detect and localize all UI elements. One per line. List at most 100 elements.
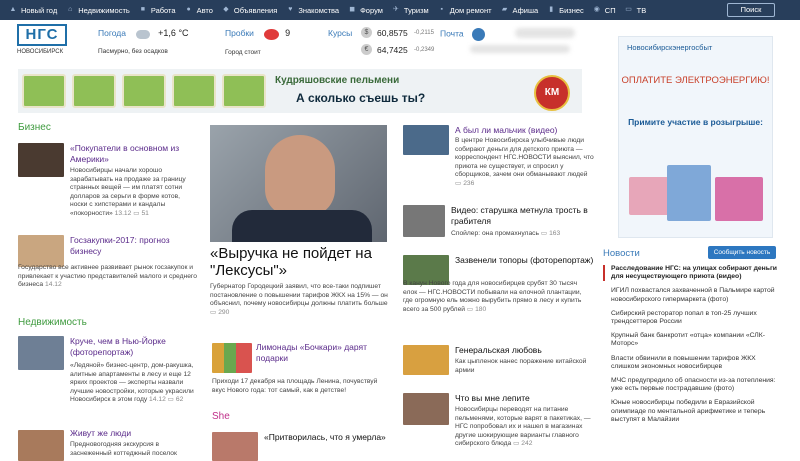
- nav-item[interactable]: ▮ Бизнес: [547, 6, 584, 15]
- usd-rate: 60,8575: [377, 28, 408, 38]
- dumpling-pack-image: [172, 74, 216, 108]
- article-thumbnail[interactable]: [18, 336, 64, 370]
- plane-icon: ✈: [392, 6, 399, 13]
- ad-brand: Новосибирскэнергосбыт: [627, 43, 713, 52]
- nav-item-label: Туризм: [403, 5, 429, 15]
- nav-item[interactable]: ● Авто: [185, 5, 213, 15]
- article-summary: Предновогодняя экскурсия в заснеженный к…: [70, 441, 177, 457]
- cloud-icon: [136, 29, 151, 39]
- heart-icon: ♥: [288, 6, 293, 13]
- nav-item[interactable]: ◼ Форум: [348, 6, 383, 15]
- weather-widget[interactable]: Погода +1,6 °C Пасмурно, без осадков: [98, 28, 189, 55]
- article-title[interactable]: Генеральская любовь: [455, 345, 595, 356]
- section-title-business[interactable]: Бизнес: [18, 122, 51, 133]
- article-date: 14.12: [149, 396, 166, 404]
- gift-box-image: [629, 177, 669, 215]
- news-item[interactable]: Юные новосибирцы победили в Евразийской …: [603, 399, 778, 424]
- rates-label: Курсы: [328, 28, 353, 38]
- article-thumbnail[interactable]: [403, 125, 449, 155]
- dumplings-ad-banner[interactable]: Кудряшовские пельмени А сколько съешь ты…: [18, 69, 582, 113]
- comments-icon: ▭: [455, 179, 462, 187]
- news-section-title[interactable]: Новости: [603, 248, 640, 259]
- article-title[interactable]: Зазвенели топоры (фоторепортаж): [455, 255, 595, 266]
- article-thumbnail[interactable]: [403, 345, 449, 375]
- news-item[interactable]: Расследование НГС: на улицах собирают де…: [603, 265, 778, 282]
- search-button[interactable]: Поиск: [727, 3, 775, 17]
- lead-story-title[interactable]: «Выручка не пойдет на "Лексусы"»: [210, 245, 390, 279]
- news-item[interactable]: Власти обвинили в повышении тарифов ЖКХ …: [603, 355, 778, 371]
- comments-icon: ▭: [210, 308, 217, 316]
- nav-item[interactable]: ▰ Афиша: [501, 5, 539, 15]
- article-summary: В канун Нового года для новосибирцев сру…: [403, 280, 593, 314]
- article-title[interactable]: Живут же люди: [70, 428, 195, 439]
- currency-widget[interactable]: Курсы: [328, 28, 352, 38]
- article-thumbnail[interactable]: [403, 205, 445, 237]
- news-item[interactable]: Сибирский ресторатор попал в топ-25 лучш…: [603, 310, 778, 326]
- lead-story-photo[interactable]: [210, 125, 387, 242]
- article-title[interactable]: Госзакупки-2017: прогноз бизнесу: [70, 235, 195, 257]
- article-title[interactable]: «Покупатели в основном из Америки»: [70, 143, 195, 165]
- article-summary: «Ледяной» бизнес-центр, дом-ракушка, али…: [70, 362, 198, 405]
- comment-count: 290: [218, 308, 230, 316]
- article-thumbnail[interactable]: [212, 432, 258, 461]
- mail-password-field[interactable]: [470, 45, 570, 53]
- news-item[interactable]: ИГИЛ похвастался захваченной в Пальмире …: [603, 287, 778, 303]
- article-summary: Новосибирцы переводят на питание пельмен…: [455, 406, 595, 449]
- lead-story-summary: Губернатор Городецкий заявил, что все-та…: [210, 283, 390, 317]
- nav-item[interactable]: ◆ Объявления: [222, 6, 277, 15]
- weather-desc: Пасмурно, без осадков: [98, 47, 168, 55]
- comment-count: 51: [141, 209, 149, 217]
- traffic-widget[interactable]: Пробки 9 Город стоит: [225, 28, 290, 56]
- traffic-label: Пробки: [225, 28, 254, 38]
- news-item[interactable]: МЧС предупредило об опасности из-за поте…: [603, 377, 778, 393]
- ad-line1: Кудряшовские пельмени: [275, 75, 400, 86]
- article-title[interactable]: Круче, чем в Нью-Йорке (фоторепортаж): [70, 336, 195, 358]
- hammer-icon: ▪: [440, 6, 443, 13]
- dumpling-pack-image: [22, 74, 66, 108]
- person-suit: [232, 210, 372, 242]
- mail-login-field[interactable]: [515, 28, 575, 38]
- comments-icon: ▭: [167, 396, 174, 404]
- site-logo[interactable]: НГС НОВОСИБИРСК: [17, 24, 69, 62]
- article-summary: Как цыпленок нанес поражение китайской а…: [455, 358, 587, 374]
- energy-company-ad[interactable]: Новосибирскэнергосбыт ОПЛАТИТЕ ЭЛЕКТРОЭН…: [618, 36, 773, 238]
- gift-box-image: [715, 177, 763, 221]
- nav-item-label: Афиша: [512, 5, 539, 15]
- article-thumbnail[interactable]: [18, 235, 64, 267]
- article-title[interactable]: А был ли мальчик (видео): [455, 125, 595, 136]
- nav-item[interactable]: ▲ Новый год: [9, 6, 58, 15]
- section-title-she[interactable]: She: [212, 411, 230, 422]
- nav-item[interactable]: ⌂ Недвижимость: [66, 6, 130, 15]
- article-title[interactable]: Лимонады «Бочкари» дарят подарки: [256, 342, 391, 364]
- eur-rate: 64,7425: [377, 45, 408, 55]
- article-thumbnail[interactable]: [18, 430, 64, 461]
- comments-icon: ▭: [133, 209, 140, 217]
- christmas-tree-icon: ▲: [9, 6, 17, 13]
- mail-widget[interactable]: Почта: [440, 28, 485, 41]
- article-title[interactable]: «Притворилась, что я умерла»: [264, 432, 389, 443]
- usd-change: -0,2115: [414, 30, 434, 36]
- comment-count: 62: [175, 396, 184, 404]
- nav-item[interactable]: ▪ Дом ремонт: [438, 6, 491, 15]
- nav-item[interactable]: ◉ СП: [593, 6, 616, 15]
- article-summary: Государство все активнее развивает рынок…: [18, 264, 198, 290]
- nav-item-label: ТВ: [636, 5, 647, 15]
- article-title[interactable]: Видео: старушка метнула трость в грабите…: [451, 205, 591, 227]
- nav-item[interactable]: ♥ Знакомства: [286, 6, 339, 15]
- article-title[interactable]: Что вы мне лепите: [455, 393, 595, 404]
- logo-city: НОВОСИБИРСК: [17, 49, 64, 55]
- comments-icon: ▭: [513, 440, 520, 448]
- nav-item-label: Авто: [196, 5, 213, 15]
- nav-item[interactable]: ▭ ТВ: [625, 5, 647, 15]
- nav-item-label: Форум: [360, 5, 383, 15]
- section-title-realty[interactable]: Недвижимость: [18, 317, 87, 328]
- nav-item[interactable]: ■ Работа: [139, 6, 176, 15]
- article-thumbnail[interactable]: [18, 143, 64, 177]
- lemonade-bottles-image[interactable]: [212, 343, 252, 373]
- report-news-button[interactable]: Сообщить новость: [708, 246, 776, 259]
- article-thumbnail[interactable]: [403, 393, 449, 425]
- ticket-icon: ▰: [501, 6, 508, 13]
- nav-item-label: СП: [604, 5, 616, 15]
- news-item[interactable]: Крупный банк банкротит «отца» компании «…: [603, 332, 778, 348]
- nav-item[interactable]: ✈ Туризм: [392, 6, 429, 15]
